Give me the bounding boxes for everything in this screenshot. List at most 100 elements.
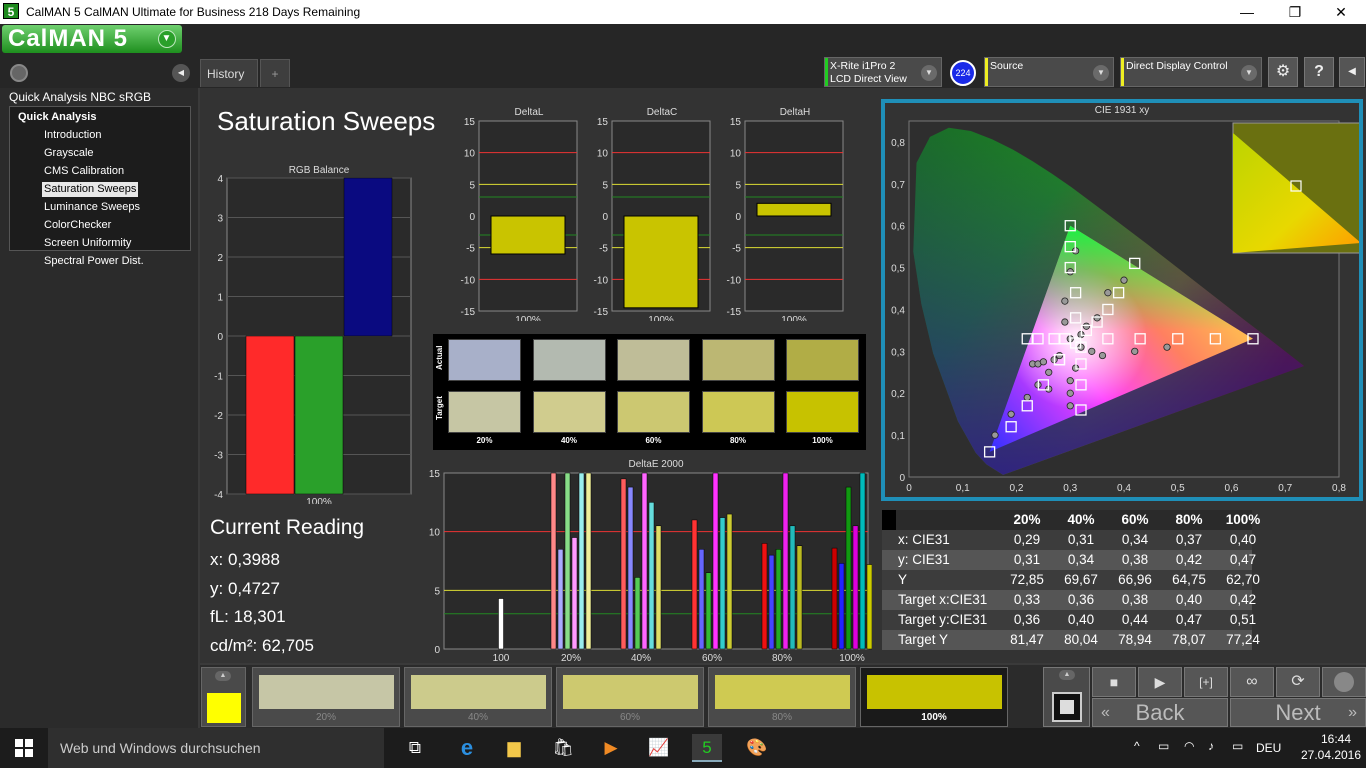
- sidebar-item-cms-calibration[interactable]: CMS Calibration: [42, 164, 126, 179]
- file-explorer-icon[interactable]: ▆: [499, 734, 529, 762]
- settings-gear-icon[interactable]: ⚙: [1268, 57, 1298, 87]
- paint-icon[interactable]: 🎨: [742, 734, 772, 762]
- sidebar-item-saturation-sweeps[interactable]: Saturation Sweeps: [42, 182, 139, 197]
- sidebar-item-introduction[interactable]: Introduction: [42, 128, 103, 143]
- delta-bar: [490, 215, 566, 255]
- y-tick-label: 5: [735, 180, 741, 191]
- double-right-icon: »: [1348, 704, 1357, 721]
- sidebar-item-colorchecker[interactable]: ColorChecker: [42, 218, 113, 233]
- back-button[interactable]: « Back: [1092, 698, 1228, 727]
- y-tick-label: 0,7: [891, 180, 905, 191]
- pattern-swatch-20pct[interactable]: 20%: [252, 667, 400, 727]
- options-round-button[interactable]: [1322, 667, 1366, 697]
- taskbar-search-input[interactable]: Web und Windows durchsuchen: [48, 728, 384, 768]
- y-tick-label: -15: [594, 307, 609, 318]
- source-selector[interactable]: Source ▼: [984, 57, 1114, 87]
- pattern-swatch-60pct[interactable]: 60%: [556, 667, 704, 727]
- stop-record-button[interactable]: [1052, 692, 1082, 722]
- stop-icon[interactable]: ■: [1092, 667, 1136, 697]
- workflow-status-icon[interactable]: [10, 64, 28, 82]
- measure-single-icon[interactable]: [+]: [1184, 667, 1228, 697]
- measured-point: [1061, 297, 1069, 305]
- volume-icon[interactable]: ♪: [1208, 739, 1214, 753]
- y-tick-label: 0,6: [891, 222, 905, 233]
- x-tick-label: 100%: [306, 497, 332, 504]
- measured-point: [1066, 389, 1074, 397]
- tab-history-1[interactable]: History 1: [200, 59, 258, 109]
- window-title: CalMAN 5 CalMAN Ultimate for Business 21…: [26, 5, 361, 19]
- performance-monitor-icon[interactable]: 📈: [644, 734, 674, 762]
- windows-taskbar: Web und Windows durchsuchen ⧉ e ▆ 🛍 ▶ 📈 …: [0, 728, 1366, 768]
- collapse-left-icon[interactable]: ◀: [172, 64, 190, 82]
- chevron-up-icon[interactable]: ▲: [215, 671, 231, 681]
- refresh-icon[interactable]: ⟳: [1276, 667, 1320, 697]
- next-button[interactable]: Next »: [1230, 698, 1366, 727]
- actual-swatch: [617, 339, 690, 381]
- y-tick-label: 0,8: [891, 138, 905, 149]
- y-tick-label: -3: [214, 451, 223, 462]
- deltae-bar: [691, 519, 698, 650]
- y-tick-label: 1: [217, 293, 223, 304]
- sidebar-item-screen-uniformity[interactable]: Screen Uniformity: [42, 236, 133, 251]
- display-control-selector[interactable]: Direct Display Control ▼: [1120, 57, 1262, 87]
- language-indicator[interactable]: DEU: [1256, 741, 1281, 755]
- meter-reading-badge[interactable]: 224: [950, 60, 976, 86]
- add-tab-button[interactable]: +: [260, 59, 290, 87]
- table-row: y: CIE31 0,31 0,34 0,38 0,42 0,47: [882, 550, 1256, 570]
- table-row-label: y: CIE31: [898, 552, 950, 567]
- windows-start-icon[interactable]: [15, 739, 33, 757]
- measured-point: [1061, 318, 1069, 326]
- pattern-label: 40%: [467, 712, 488, 723]
- task-view-icon[interactable]: ⧉: [400, 734, 430, 762]
- continuous-loop-icon[interactable]: ∞: [1230, 667, 1274, 697]
- deltae-bar: [852, 525, 859, 650]
- display-status-accent: [1121, 58, 1124, 86]
- calman-logo-menu[interactable]: CalMAN 5 ▼: [2, 25, 182, 53]
- close-button[interactable]: ✕: [1326, 2, 1356, 22]
- bottom-controls: ▲ 20% 40% 60% 80% 100% ▲ ■ ▶ [+] ∞ ⟳ « Back …: [200, 665, 1366, 728]
- tree-root-quick-analysis[interactable]: Quick Analysis: [18, 111, 190, 123]
- play-icon[interactable]: ▶: [1138, 667, 1182, 697]
- deltae-2000-chart: DeltaE 2000 15 10 5 0 100 20% 40% 60% 80% 100%: [422, 458, 872, 663]
- chevron-down-icon: ▼: [1241, 65, 1257, 81]
- maximize-button[interactable]: ❐: [1280, 2, 1310, 22]
- chart-title: DeltaE 2000: [628, 459, 684, 470]
- deltae-bar: [634, 577, 641, 650]
- table-row: Target y:CIE31 0,36 0,40 0,44 0,47 0,51: [882, 610, 1256, 630]
- measured-point: [1007, 410, 1015, 418]
- rgb-bar-r: [245, 335, 295, 495]
- clock-time[interactable]: 16:44: [1306, 732, 1366, 746]
- clock-date[interactable]: 27.04.2016: [1296, 748, 1366, 762]
- media-player-icon[interactable]: ▶: [596, 734, 626, 762]
- table-cell: 62,70: [1226, 572, 1260, 587]
- sidebar-item-grayscale[interactable]: Grayscale: [42, 146, 96, 161]
- chevron-down-icon: ▼: [1093, 65, 1109, 81]
- network-icon[interactable]: ▭: [1158, 739, 1169, 753]
- pattern-color: [259, 675, 394, 709]
- meter-selector[interactable]: X-Rite i1Pro 2 LCD Direct View ▼: [824, 57, 942, 87]
- tray-expand-icon[interactable]: ^: [1134, 739, 1140, 753]
- chevron-down-icon: ▼: [158, 30, 176, 48]
- calman-taskbar-icon[interactable]: 5: [692, 734, 722, 762]
- store-icon[interactable]: 🛍: [548, 734, 578, 762]
- y-tick-label: 0,5: [891, 264, 905, 275]
- pattern-swatch-80pct[interactable]: 80%: [708, 667, 856, 727]
- minimize-button[interactable]: —: [1232, 2, 1262, 22]
- y-tick-label: -10: [594, 275, 609, 286]
- measured-point: [1023, 393, 1031, 402]
- help-icon[interactable]: ?: [1304, 57, 1334, 87]
- pattern-label: 100%: [921, 712, 947, 723]
- table-row: Y 72,85 69,67 66,96 64,75 62,70: [882, 570, 1260, 590]
- pattern-swatch-100pct[interactable]: 100%: [860, 667, 1008, 727]
- wifi-icon[interactable]: ◠: [1184, 739, 1194, 753]
- target-swatch: [617, 391, 690, 433]
- y-tick-label: 0: [469, 212, 475, 223]
- sidebar-item-luminance-sweeps[interactable]: Luminance Sweeps: [42, 200, 142, 215]
- chevron-up-icon[interactable]: ▲: [1059, 670, 1075, 680]
- sidebar-item-spectral-power-dist[interactable]: Spectral Power Dist.: [42, 254, 146, 269]
- edge-browser-icon[interactable]: e: [452, 734, 482, 762]
- pattern-swatch-40pct[interactable]: 40%: [404, 667, 552, 727]
- reading-x: x: 0,3988: [210, 550, 280, 569]
- collapse-right-icon[interactable]: ◀: [1339, 57, 1365, 87]
- notification-icon[interactable]: ▭: [1232, 739, 1243, 753]
